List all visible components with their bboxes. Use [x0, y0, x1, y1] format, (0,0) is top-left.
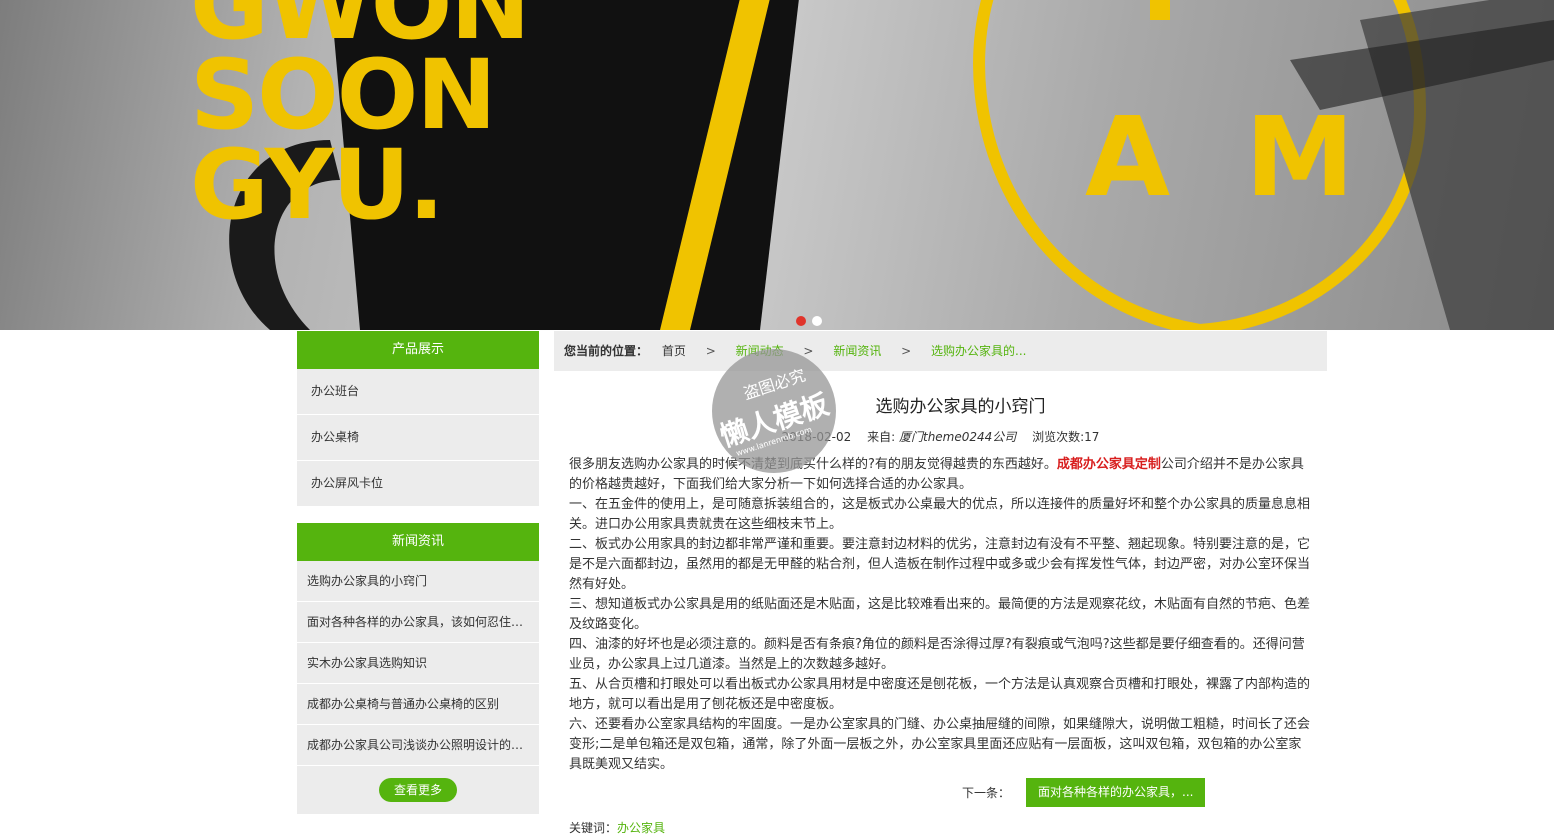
sidebar-spacer	[297, 507, 539, 523]
news-heading: 新闻资讯	[297, 523, 539, 561]
source-label: 来自:	[867, 430, 896, 444]
next-label: 下一条：	[962, 785, 1011, 800]
source-name: 厦门theme0244公司	[898, 430, 1017, 444]
sidebar-item-news[interactable]: 面对各种各样的办公家具，该如何忍住诱惑	[297, 602, 539, 643]
more-wrap: 查看更多	[297, 766, 539, 814]
sidebar-item-news[interactable]: 成都办公桌椅与普通办公桌椅的区别	[297, 684, 539, 725]
article-body: 很多朋友选购办公家具的时候不清楚到底买什么样的?有的朋友觉得越贵的东西越好。成都…	[569, 455, 1312, 775]
sidebar-item-news[interactable]: 成都办公家具公司浅谈办公照明设计的基本原则	[297, 725, 539, 766]
article-meta: 2018-02-02 来自: 厦门theme0244公司 浏览次数:17	[554, 429, 1327, 445]
slider-dot-2[interactable]	[812, 316, 822, 326]
article-main: 您当前的位置： 首页 > 新闻动态 > 新闻资讯 > 选购办公家具的... 选购…	[554, 331, 1327, 836]
article-paragraph: 三、想知道板式办公家具是用的纸贴面还是木贴面，这是比较难看出来的。最简便的方法是…	[569, 597, 1311, 632]
article-title: 选购办公家具的小窍门	[875, 397, 1046, 417]
intro-text: 很多朋友选购办公家具的时候不清楚到底买什么样的?有的朋友觉得越贵的东西越好。	[569, 457, 1057, 472]
article-paragraph: 六、还要看办公室家具结构的牢固度。一是办公室家具的门缝、办公桌抽屉缝的间隙，如果…	[569, 717, 1311, 772]
breadcrumb-separator: >	[803, 344, 814, 358]
article-paragraph: 五、从合页槽和打眼处可以看出板式办公家具用材是中密度还是刨花板，一个方法是认真观…	[569, 677, 1311, 712]
banner-letter-m: M	[1245, 93, 1354, 221]
hero-banner: A M GWON SOON GYU.	[0, 0, 1554, 330]
article-source: 来自: 厦门theme0244公司	[867, 430, 1016, 444]
next-article-row: 下一条： 面对各种各样的办公家具，...	[554, 777, 1327, 807]
sidebar-item-product[interactable]: 办公桌椅	[297, 415, 539, 461]
breadcrumb-label: 您当前的位置：	[564, 344, 649, 358]
keywords-row: 关键词：办公家具	[569, 819, 1312, 836]
keywords-label: 关键词：	[569, 821, 618, 835]
products-heading: 产品展示	[297, 331, 539, 369]
banner-letter-a: A	[1085, 93, 1170, 221]
keyword-link[interactable]: 办公家具	[617, 821, 665, 835]
banner-headline: GWON SOON GYU.	[190, 0, 531, 241]
products-list: 办公班台 办公桌椅 办公屏风卡位	[297, 369, 539, 507]
sidebar-item-product[interactable]: 办公班台	[297, 369, 539, 415]
breadcrumb-separator: >	[705, 344, 716, 358]
news-list: 选购办公家具的小窍门 面对各种各样的办公家具，该如何忍住诱惑 实木办公家具选购知…	[297, 561, 539, 814]
banner-line: GYU.	[190, 129, 445, 241]
article-views: 浏览次数:17	[1032, 430, 1100, 444]
intro-highlight-link[interactable]: 成都办公家具定制	[1057, 457, 1161, 472]
breadcrumb-current[interactable]: 选购办公家具的...	[931, 344, 1026, 358]
breadcrumb: 您当前的位置： 首页 > 新闻动态 > 新闻资讯 > 选购办公家具的...	[554, 331, 1327, 371]
article-intro: 很多朋友选购办公家具的时候不清楚到底买什么样的?有的朋友觉得越贵的东西越好。成都…	[569, 455, 1312, 495]
next-article-button[interactable]: 面对各种各样的办公家具，...	[1026, 777, 1206, 807]
view-more-button[interactable]: 查看更多	[378, 778, 457, 802]
sidebar-item-news[interactable]: 实木办公家具选购知识	[297, 643, 539, 684]
breadcrumb-home-link[interactable]: 首页	[662, 344, 686, 358]
watermark-stamp: 盗图必究 懒人模板 www.lanrenmb.com	[712, 349, 836, 473]
banner-line: SOON	[190, 39, 497, 151]
sidebar-item-product[interactable]: 办公屏风卡位	[297, 461, 539, 507]
sidebar: 产品展示 办公班台 办公桌椅 办公屏风卡位 新闻资讯 选购办公家具的小窍门 面对…	[297, 331, 539, 814]
sidebar-item-news[interactable]: 选购办公家具的小窍门	[297, 561, 539, 602]
breadcrumb-category-link[interactable]: 新闻资讯	[833, 344, 881, 358]
article-paragraph: 一、在五金件的使用上，是可随意拆装组合的，这是板式办公桌最大的优点，所以连接件的…	[569, 497, 1311, 532]
article-paragraph: 四、油漆的好坏也是必须注意的。颜料是否有条痕?角位的颜料是否涂得过厚?有裂痕或气…	[569, 637, 1305, 672]
slider-dots	[796, 311, 828, 326]
breadcrumb-separator: >	[901, 344, 912, 358]
article-paragraph: 二、板式办公用家具的封边都非常严谨和重要。要注意封边材料的优劣，注意封边有没有不…	[569, 537, 1311, 592]
slider-dot-1[interactable]	[796, 316, 806, 326]
